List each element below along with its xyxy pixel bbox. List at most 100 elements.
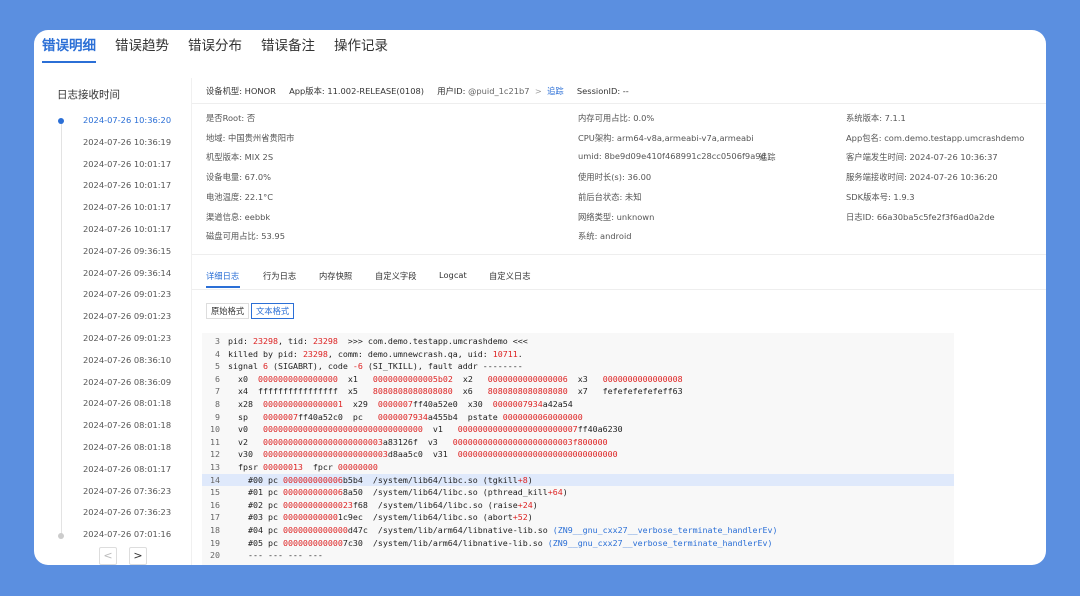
code-line: 11 v2 000000000000000000000003a83126f v3… bbox=[202, 436, 954, 449]
prev-page-button[interactable]: < bbox=[99, 547, 117, 565]
line-number: 6 bbox=[215, 373, 220, 384]
timeline-line bbox=[61, 123, 62, 537]
detail-field: SDK版本号: 1.9.3 bbox=[846, 191, 915, 202]
text-format-button[interactable]: 文本格式 bbox=[251, 303, 295, 319]
code-line: 12 v30 0000000000000000000000003d8aa5c0 … bbox=[202, 448, 954, 461]
track-umid-link[interactable]: 追踪 bbox=[759, 151, 776, 163]
code-line: 4 killed by pid: 23298, comm: demo.umnewc… bbox=[202, 348, 954, 361]
line-number: 4 bbox=[215, 348, 220, 359]
line-number: 17 bbox=[210, 512, 220, 523]
tab-operation-log[interactable]: 操作记录 bbox=[334, 37, 388, 55]
detail-field: 设备电量: 67.0% bbox=[206, 172, 271, 183]
active-subtab-indicator bbox=[206, 286, 240, 288]
time-list-item[interactable]: 2024-07-26 10:01:17 bbox=[83, 202, 171, 212]
top-tab-bar: 错误明细 错误趋势 错误分布 错误备注 操作记录 bbox=[34, 30, 1046, 75]
line-number: 10 bbox=[210, 424, 220, 435]
sidebar-title: 日志接收时间 bbox=[57, 89, 120, 101]
tab-error-notes[interactable]: 错误备注 bbox=[261, 37, 315, 55]
time-list-item[interactable]: 2024-07-26 09:01:23 bbox=[83, 333, 171, 343]
detail-field: 机型版本: MIX 2S bbox=[206, 152, 274, 163]
time-list-item[interactable]: 2024-07-26 10:01:17 bbox=[83, 180, 171, 190]
crash-log-viewer[interactable]: 3 pid: 23298, tid: 23298 >>> com.demo.tes… bbox=[202, 333, 954, 565]
divider bbox=[192, 254, 1046, 255]
detail-field: 系统版本: 7.1.1 bbox=[846, 113, 906, 123]
time-list-item[interactable]: 2024-07-26 09:01:23 bbox=[83, 289, 171, 299]
line-number: 19 bbox=[210, 537, 220, 548]
detail-field: CPU架构: arm64-v8a,armeabi-v7a,armeabi bbox=[578, 132, 754, 143]
tab-error-detail[interactable]: 错误明细 bbox=[42, 37, 96, 55]
tab-logcat[interactable]: Logcat bbox=[439, 270, 467, 280]
time-list-item[interactable]: 2024-07-26 10:01:17 bbox=[83, 159, 171, 169]
code-line: 5 signal 6 (SIGABRT), code -6 (SI_TKILL),… bbox=[202, 360, 954, 373]
time-list-item[interactable]: 2024-07-26 08:01:18 bbox=[83, 442, 171, 452]
time-list-item[interactable]: 2024-07-26 08:01:18 bbox=[83, 420, 171, 430]
raw-format-button[interactable]: 原始格式 bbox=[206, 303, 250, 319]
time-list-item[interactable]: 2024-07-26 09:01:23 bbox=[83, 311, 171, 321]
user-id-value: @puid_1c21b7 bbox=[468, 86, 530, 96]
time-list-item[interactable]: 2024-07-26 07:36:23 bbox=[83, 507, 171, 517]
session-id: SessionID: -- bbox=[576, 86, 629, 96]
detail-field: 客户端发生时间: 2024-07-26 10:36:37 bbox=[846, 152, 998, 163]
line-number: 16 bbox=[210, 499, 220, 510]
code-line: 20 --- --- --- --- bbox=[202, 549, 954, 562]
code-line: 8 x28 0000000000000001 x29 0000007ff40a5… bbox=[202, 398, 954, 411]
detail-field: App包名: com.demo.testapp.umcrashdemo bbox=[846, 132, 1025, 143]
detail-field: 网络类型: unknown bbox=[578, 211, 655, 222]
detail-field: 电池温度: 22.1°C bbox=[206, 191, 274, 202]
detail-field: 系统: android bbox=[578, 231, 632, 242]
line-number: 8 bbox=[215, 399, 220, 409]
vertical-divider bbox=[191, 78, 192, 565]
tab-error-distribution[interactable]: 错误分布 bbox=[188, 37, 242, 55]
timeline-end-dot bbox=[58, 533, 64, 539]
code-line: 6 x0 0000000000000000 x1 0000000000005b0… bbox=[202, 373, 954, 386]
line-number: 12 bbox=[210, 449, 220, 460]
tab-detail-log[interactable]: 详细日志 bbox=[206, 270, 239, 282]
line-number: 7 bbox=[215, 386, 220, 397]
time-list-item[interactable]: 2024-07-26 10:36:20 bbox=[83, 115, 171, 125]
code-line: 3 pid: 23298, tid: 23298 >>> com.demo.tes… bbox=[202, 335, 954, 348]
code-line: 18 #04 pc 0000000000000d47c /system/lib/… bbox=[202, 524, 954, 537]
app-version: App版本: 11.002-RELEASE(0108) bbox=[289, 86, 424, 96]
chevron-right-icon: > bbox=[534, 86, 542, 96]
time-list-item[interactable]: 2024-07-26 09:36:15 bbox=[83, 246, 171, 256]
time-list-item[interactable]: 2024-07-26 09:36:14 bbox=[83, 268, 171, 278]
tab-custom-fields[interactable]: 自定义字段 bbox=[375, 270, 417, 282]
tab-error-trend[interactable]: 错误趋势 bbox=[115, 37, 169, 55]
device-info-bar: 设备机型: HONOR App版本: 11.002-RELEASE(0108) … bbox=[206, 85, 629, 97]
track-user-link[interactable]: 追踪 bbox=[547, 86, 564, 96]
detail-field: 日志ID: 66a30ba5c5fe2f3f6ad0a2de bbox=[846, 211, 995, 222]
code-line: 10 v0 00000000000000000000000000000000 v… bbox=[202, 423, 954, 436]
code-line: 7 x4 ffffffffffffffff x5 808080808080808… bbox=[202, 385, 954, 398]
next-page-button[interactable]: > bbox=[129, 547, 147, 565]
time-list-item[interactable]: 2024-07-26 07:01:16 bbox=[83, 529, 171, 539]
crash-detail-card: 错误明细 错误趋势 错误分布 错误备注 操作记录 日志接收时间 2024-07-… bbox=[34, 30, 1046, 565]
detail-field: 内存可用占比: 0.0% bbox=[578, 113, 655, 123]
tab-custom-log[interactable]: 自定义日志 bbox=[489, 270, 531, 282]
detail-field: 服务端接收时间: 2024-07-26 10:36:20 bbox=[846, 172, 998, 183]
code-line: 16 #02 pc 00000000000023f68 /system/lib6… bbox=[202, 499, 954, 512]
tab-behavior-log[interactable]: 行为日志 bbox=[263, 270, 296, 282]
time-list-item[interactable]: 2024-07-26 07:36:23 bbox=[83, 486, 171, 496]
line-number: 13 bbox=[210, 462, 220, 472]
line-number: 18 bbox=[210, 525, 220, 535]
time-list-item[interactable]: 2024-07-26 10:01:17 bbox=[83, 224, 171, 234]
detail-field: 地域: 中国贵州省贵阳市 bbox=[206, 132, 295, 143]
code-line: 19 #05 pc 0000000000007c30 /system/lib/a… bbox=[202, 537, 954, 550]
time-list-item[interactable]: 2024-07-26 08:36:10 bbox=[83, 355, 171, 365]
line-number: 11 bbox=[210, 436, 220, 447]
time-list-item[interactable]: 2024-07-26 10:36:19 bbox=[83, 137, 171, 147]
detail-field: 使用时长(s): 36.00 bbox=[578, 172, 652, 183]
time-list-item[interactable]: 2024-07-26 08:36:09 bbox=[83, 377, 171, 387]
code-line: 14 #00 pc 000000000006b5b4 /system/lib64… bbox=[202, 473, 954, 487]
line-number: 20 bbox=[210, 550, 220, 561]
line-number: 3 bbox=[215, 336, 220, 346]
time-list-item[interactable]: 2024-07-26 08:01:17 bbox=[83, 464, 171, 474]
active-tab-indicator bbox=[42, 61, 96, 63]
time-list-item[interactable]: 2024-07-26 08:01:18 bbox=[83, 398, 171, 408]
divider bbox=[192, 103, 1046, 104]
code-line: 13 fpsr 00000013 fpcr 00000000 bbox=[202, 461, 954, 474]
tab-memory-snapshot[interactable]: 内存快照 bbox=[319, 270, 352, 282]
code-line: 17 #03 pc 000000000001c9ec /system/lib64… bbox=[202, 511, 954, 524]
detail-field: 是否Root: 否 bbox=[206, 113, 256, 123]
line-number: 5 bbox=[215, 361, 220, 372]
